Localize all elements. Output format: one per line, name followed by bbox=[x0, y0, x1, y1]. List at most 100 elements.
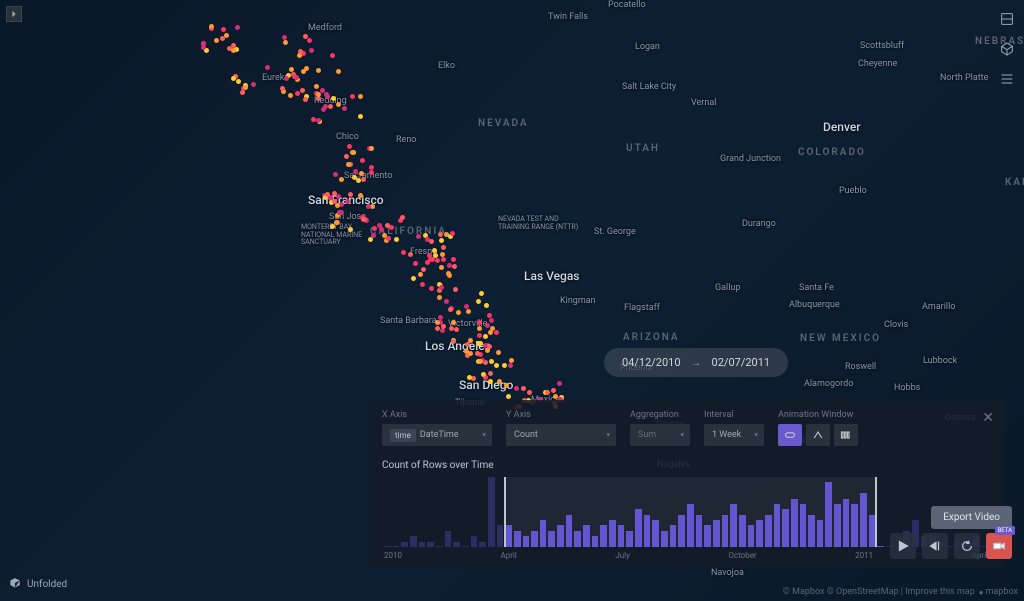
city-label: Twin Falls bbox=[548, 12, 588, 22]
axis-tick: 2010 bbox=[384, 551, 402, 560]
data-point bbox=[488, 371, 493, 376]
data-point bbox=[377, 223, 382, 228]
data-point bbox=[366, 204, 371, 209]
data-point bbox=[251, 82, 256, 87]
data-point bbox=[466, 309, 471, 314]
chart-bar bbox=[419, 542, 426, 547]
data-point bbox=[446, 271, 451, 276]
state-label: NEVADA bbox=[478, 118, 529, 129]
mapbox-logo[interactable]: mapbox bbox=[979, 587, 1018, 597]
data-point bbox=[421, 267, 426, 272]
data-point bbox=[311, 117, 316, 122]
city-label: Cheyenne bbox=[858, 59, 897, 69]
data-point bbox=[356, 178, 361, 183]
data-point bbox=[300, 88, 305, 93]
data-point bbox=[214, 38, 219, 43]
anim-mode-incremental[interactable] bbox=[806, 424, 830, 446]
city-label: Lubbock bbox=[923, 356, 957, 366]
anim-mode-point[interactable] bbox=[834, 424, 858, 446]
data-point bbox=[476, 299, 481, 304]
data-point bbox=[439, 238, 444, 243]
globe-icon[interactable] bbox=[998, 10, 1016, 28]
step-button[interactable] bbox=[922, 533, 948, 559]
data-point bbox=[283, 40, 288, 45]
data-point bbox=[441, 324, 446, 329]
data-point bbox=[358, 193, 363, 198]
panel-toggle-button[interactable] bbox=[6, 6, 22, 22]
record-button[interactable]: BETA bbox=[986, 533, 1012, 559]
data-point bbox=[235, 25, 240, 30]
data-point bbox=[477, 320, 482, 325]
date-end: 02/07/2011 bbox=[712, 356, 771, 369]
arrow-icon: → bbox=[691, 356, 702, 369]
agg-select[interactable]: Sum bbox=[630, 424, 690, 446]
data-point bbox=[346, 162, 351, 167]
data-point bbox=[441, 245, 446, 250]
city-label: Gallup bbox=[715, 283, 740, 293]
xaxis-select[interactable]: time DateTime bbox=[382, 424, 492, 446]
data-point bbox=[309, 48, 314, 53]
city-label: Kingman bbox=[560, 296, 596, 306]
city-label: MONTEREY BAY NATIONAL MARINE SANCTUARY bbox=[301, 224, 381, 247]
data-point bbox=[557, 381, 562, 386]
city-label: Grand Junction bbox=[720, 154, 781, 164]
data-point bbox=[369, 165, 374, 170]
date-start: 04/12/2010 bbox=[622, 356, 681, 369]
data-point bbox=[465, 342, 470, 347]
cube-icon[interactable] bbox=[998, 40, 1016, 58]
xaxis-tag: time bbox=[390, 429, 416, 442]
data-point bbox=[435, 258, 440, 263]
data-point bbox=[236, 79, 241, 84]
xaxis-label: X Axis bbox=[382, 410, 492, 420]
data-point bbox=[483, 334, 488, 339]
data-point bbox=[553, 394, 558, 399]
data-point bbox=[451, 257, 456, 262]
data-point bbox=[438, 232, 443, 237]
int-label: Interval bbox=[704, 410, 764, 420]
data-point bbox=[502, 363, 507, 368]
anim-mode-free[interactable] bbox=[778, 424, 802, 446]
city-label: Pueblo bbox=[839, 186, 867, 196]
data-point bbox=[369, 146, 374, 151]
play-button[interactable] bbox=[890, 533, 916, 559]
data-point bbox=[303, 97, 308, 102]
state-label: ARIZONA bbox=[623, 332, 680, 343]
reset-button[interactable] bbox=[954, 533, 980, 559]
data-point bbox=[371, 233, 376, 238]
city-label: Las Vegas bbox=[524, 269, 579, 283]
yaxis-select[interactable]: Count bbox=[506, 424, 616, 446]
close-icon[interactable]: ✕ bbox=[982, 410, 994, 426]
playback-toolbar: BETA bbox=[890, 533, 1012, 559]
data-point bbox=[386, 236, 391, 241]
chart-bar bbox=[427, 542, 434, 547]
range-selection[interactable] bbox=[504, 477, 877, 547]
city-label: St. George bbox=[594, 227, 636, 237]
data-point bbox=[282, 35, 287, 40]
data-point bbox=[444, 299, 449, 304]
data-point bbox=[506, 394, 511, 399]
data-point bbox=[289, 67, 294, 72]
data-point bbox=[323, 104, 328, 109]
data-point bbox=[332, 199, 337, 204]
data-point bbox=[451, 339, 456, 344]
chart-bar bbox=[453, 542, 460, 547]
data-point bbox=[494, 330, 499, 335]
city-label: Salt Lake City bbox=[622, 82, 676, 92]
anim-label: Animation Window bbox=[778, 410, 858, 420]
unfolded-logo[interactable]: Unfolded bbox=[8, 577, 67, 591]
date-range-pill[interactable]: 04/12/2010 → 02/07/2011 bbox=[604, 348, 788, 377]
beta-badge: BETA bbox=[995, 526, 1015, 535]
data-point bbox=[494, 363, 499, 368]
data-point bbox=[448, 307, 453, 312]
state-label: UTAH bbox=[626, 143, 660, 154]
axis-tick: July bbox=[615, 551, 630, 560]
data-point bbox=[509, 358, 514, 363]
city-label: Logan bbox=[635, 42, 660, 52]
data-point bbox=[478, 359, 483, 364]
data-point bbox=[231, 76, 236, 81]
data-point bbox=[361, 177, 366, 182]
legend-icon[interactable] bbox=[998, 70, 1016, 88]
data-point bbox=[429, 286, 434, 291]
data-point bbox=[350, 94, 355, 99]
int-select[interactable]: 1 Week bbox=[704, 424, 764, 446]
